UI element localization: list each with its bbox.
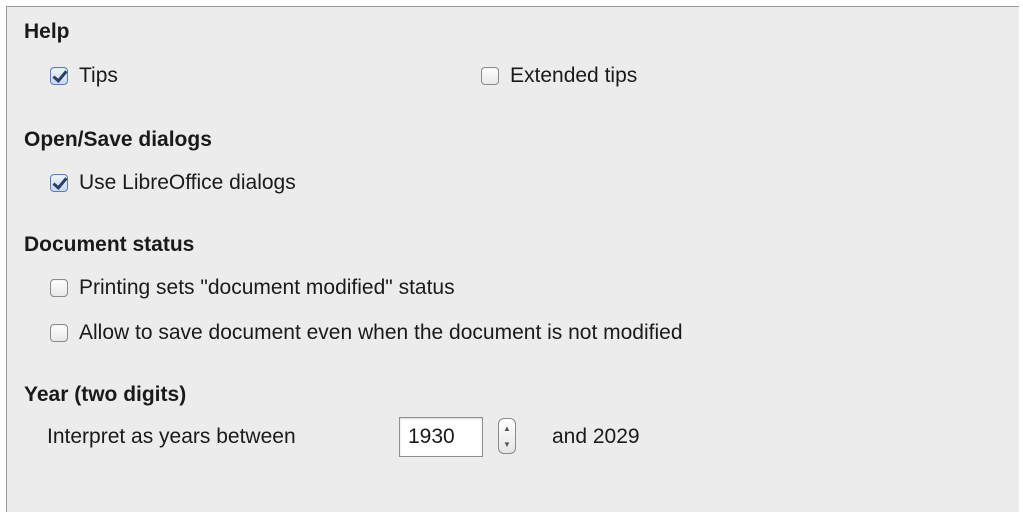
tips-checkbox[interactable]: Tips [50,64,118,88]
extended-tips-checkbox-box[interactable] [481,67,499,85]
printing-sets-modified-label: Printing sets "document modified" status [79,276,455,299]
extended-tips-checkbox[interactable]: Extended tips [481,64,637,88]
use-libreoffice-dialogs-label: Use LibreOffice dialogs [79,171,296,194]
year-heading: Year (two digits) [24,383,187,406]
use-libreoffice-dialogs-checkbox[interactable]: Use LibreOffice dialogs [50,171,296,195]
printing-sets-modified-checkbox[interactable]: Printing sets "document modified" status [50,276,455,300]
interpret-label: Interpret as years between [47,425,296,448]
tips-checkbox-box[interactable] [50,67,68,85]
use-libreoffice-dialogs-checkbox-box[interactable] [50,174,68,192]
printing-sets-modified-checkbox-box[interactable] [50,279,68,297]
open-save-heading: Open/Save dialogs [24,128,212,151]
document-status-heading: Document status [24,233,195,256]
start-year-field[interactable] [399,417,483,457]
tips-label: Tips [79,64,118,87]
allow-save-unmodified-checkbox[interactable]: Allow to save document even when the doc… [50,321,683,345]
extended-tips-label: Extended tips [510,64,638,87]
spin-up-icon[interactable]: ▲ [499,420,515,437]
help-heading: Help [24,20,70,43]
spin-down-icon[interactable]: ▼ [499,436,515,453]
year-stepper[interactable]: ▲ ▼ [498,418,516,454]
end-year-label: and 2029 [552,425,640,448]
allow-save-unmodified-checkbox-box[interactable] [50,324,68,342]
allow-save-unmodified-label: Allow to save document even when the doc… [79,321,683,344]
